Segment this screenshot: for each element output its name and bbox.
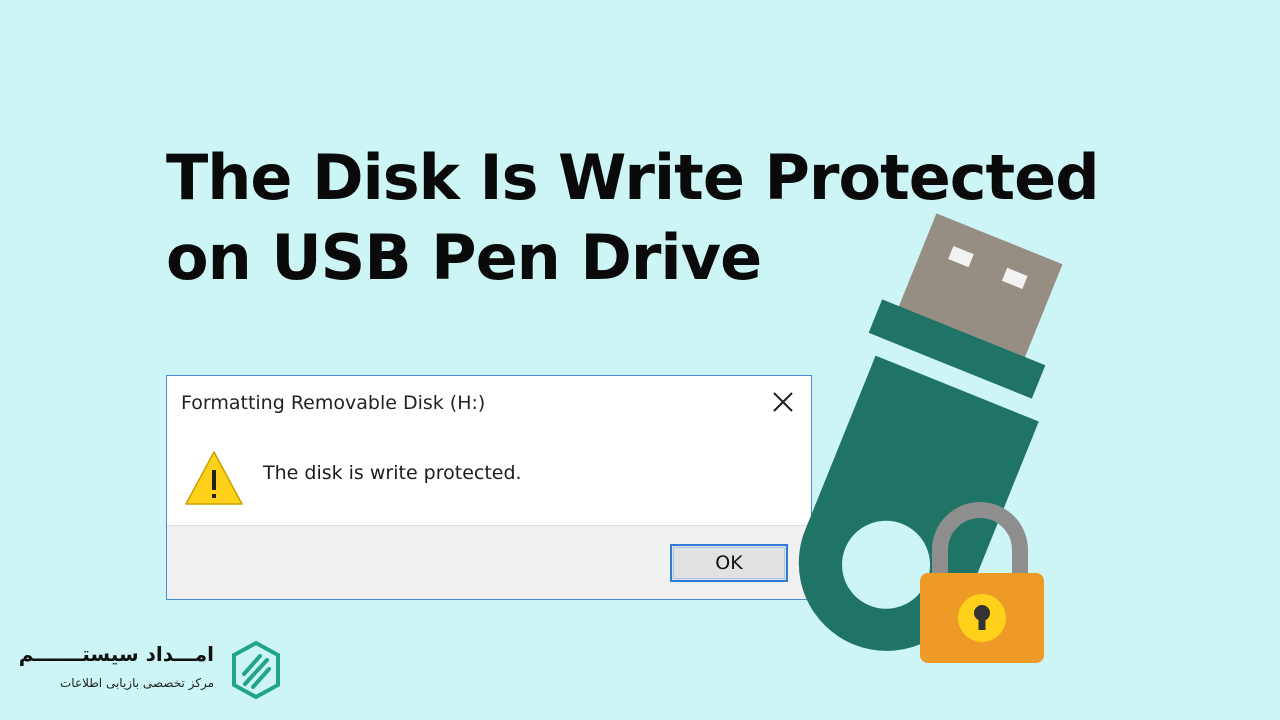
warning-icon [183,448,245,510]
dialog-title: Formatting Removable Disk (H:) [181,392,486,414]
error-dialog: Formatting Removable Disk (H:) The disk … [166,375,812,600]
brand-name: امـــداد سیستـــــــم [18,642,214,666]
dialog-footer: OK [167,525,811,599]
brand-tagline: مرکز تخصصی بازیابی اطلاعات [59,676,214,690]
usb-drive-illustration [770,205,1080,675]
brand-logo-icon [230,640,282,700]
ok-button-label: OK [715,552,743,574]
brand-logo[interactable]: امـــداد سیستـــــــم مرکز تخصصی بازیابی… [18,636,282,704]
usb-flash-drive-icon [798,213,1063,663]
dialog-message: The disk is write protected. [263,462,522,484]
